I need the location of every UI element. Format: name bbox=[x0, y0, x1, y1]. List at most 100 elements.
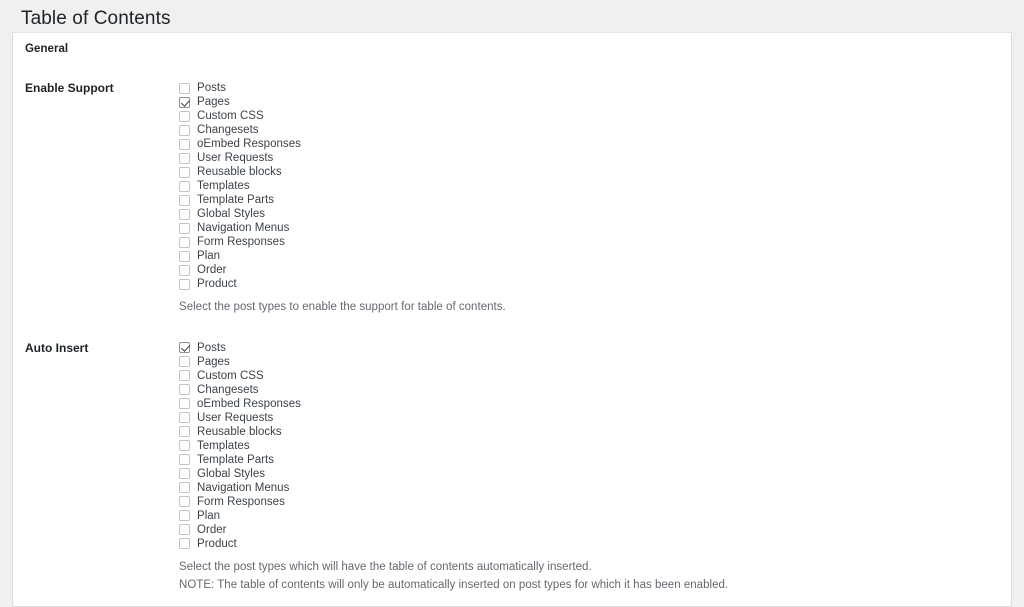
checkbox-group: Posts Pages Custom CSS Changesets oEmbed Res… bbox=[179, 329, 1011, 607]
checkbox-icon[interactable] bbox=[179, 278, 190, 290]
checkbox-label: Template Parts bbox=[197, 194, 274, 206]
checkbox-row[interactable]: Order bbox=[179, 263, 1001, 277]
checkbox-label: User Requests bbox=[197, 152, 274, 164]
checkbox-row[interactable]: Posts bbox=[179, 81, 1001, 95]
checkbox-label: User Requests bbox=[197, 411, 274, 424]
checkbox-label: Template Parts bbox=[197, 453, 274, 466]
checkbox-label: Changesets bbox=[197, 124, 259, 136]
checkbox-row[interactable]: Global Styles bbox=[179, 467, 1001, 481]
page-title: Table of Contents bbox=[21, 8, 171, 29]
checkbox-row[interactable]: Navigation Menus bbox=[179, 481, 1001, 495]
checkbox-row[interactable]: Changesets bbox=[179, 383, 1001, 397]
checkbox-icon[interactable] bbox=[179, 110, 190, 122]
checkbox-row[interactable]: Pages bbox=[179, 95, 1001, 109]
checkbox-label: oEmbed Responses bbox=[197, 397, 301, 410]
checkbox-row[interactable]: Form Responses bbox=[179, 495, 1001, 509]
checkbox-icon[interactable] bbox=[179, 264, 190, 276]
field-description: Select the post types which will have th… bbox=[179, 559, 1001, 595]
checkbox-row[interactable]: User Requests bbox=[179, 411, 1001, 425]
checkbox-icon[interactable] bbox=[179, 138, 190, 150]
checkbox-row[interactable]: Template Parts bbox=[179, 453, 1001, 467]
checkbox-row[interactable]: Product bbox=[179, 537, 1001, 551]
description-line: Select the post types to enable the supp… bbox=[179, 301, 506, 313]
section-header-general: General bbox=[25, 43, 69, 55]
checkbox-icon[interactable] bbox=[179, 370, 190, 382]
checkbox-row[interactable]: Custom CSS bbox=[179, 109, 1001, 123]
checkbox-icon[interactable] bbox=[179, 412, 190, 424]
description-line: NOTE: The table of contents will only be… bbox=[179, 578, 729, 591]
checkbox-icon[interactable] bbox=[179, 194, 190, 206]
checkbox-checked-icon[interactable] bbox=[179, 342, 190, 354]
checkbox-icon[interactable] bbox=[179, 208, 190, 220]
checkbox-icon[interactable] bbox=[179, 440, 190, 452]
checkbox-icon[interactable] bbox=[179, 482, 190, 494]
checkbox-row[interactable]: Plan bbox=[179, 509, 1001, 523]
checkbox-label: Pages bbox=[197, 355, 230, 368]
checkbox-row[interactable]: Plan bbox=[179, 249, 1001, 263]
checkbox-label: Custom CSS bbox=[197, 369, 264, 382]
checkbox-icon[interactable] bbox=[179, 356, 190, 368]
checkbox-icon[interactable] bbox=[179, 398, 190, 410]
checkbox-row[interactable]: Templates bbox=[179, 439, 1001, 453]
checkbox-row[interactable]: oEmbed Responses bbox=[179, 397, 1001, 411]
settings-row-label: Auto Insert bbox=[25, 340, 89, 355]
checkbox-label: Templates bbox=[197, 180, 250, 192]
checkbox-label: Posts bbox=[197, 341, 226, 354]
checkbox-icon[interactable] bbox=[179, 166, 190, 178]
settings-row: Auto Insert Posts Pages Custom CSS Changeset… bbox=[13, 329, 1011, 607]
checkbox-icon[interactable] bbox=[179, 454, 190, 466]
checkbox-row[interactable]: Changesets bbox=[179, 123, 1001, 137]
checkbox-icon[interactable] bbox=[179, 152, 190, 164]
checkbox-label: Order bbox=[197, 523, 227, 536]
checkbox-label: Global Styles bbox=[197, 467, 266, 480]
checkbox-row[interactable]: Template Parts bbox=[179, 193, 1001, 207]
checkbox-row[interactable]: User Requests bbox=[179, 151, 1001, 165]
checkbox-row[interactable]: Product bbox=[179, 277, 1001, 291]
settings-form-table: Enable Support Posts Pages Custom CSS Change… bbox=[13, 69, 1011, 606]
checkbox-icon[interactable] bbox=[179, 384, 190, 396]
checkbox-icon[interactable] bbox=[179, 236, 190, 248]
checkbox-label: Plan bbox=[197, 509, 221, 522]
checkbox-row[interactable]: Order bbox=[179, 523, 1001, 537]
checkbox-row[interactable]: Posts bbox=[179, 341, 1001, 355]
checkbox-label: Plan bbox=[197, 250, 221, 262]
description-line: Select the post types which will have th… bbox=[179, 560, 592, 573]
checkbox-label: Navigation Menus bbox=[197, 222, 290, 234]
checkbox-icon[interactable] bbox=[179, 510, 190, 522]
checkbox-label: Global Styles bbox=[197, 208, 266, 220]
checkbox-row[interactable]: Templates bbox=[179, 179, 1001, 193]
checkbox-group: Posts Pages Custom CSS Changesets oEmbed Res… bbox=[179, 69, 1011, 329]
checkbox-icon[interactable] bbox=[179, 222, 190, 234]
settings-panel: General Enable Support Posts Pages Custom C… bbox=[12, 32, 1012, 607]
checkbox-row[interactable]: Reusable blocks bbox=[179, 425, 1001, 439]
checkbox-row[interactable]: oEmbed Responses bbox=[179, 137, 1001, 151]
checkbox-label: Product bbox=[197, 537, 237, 550]
checkbox-label: Order bbox=[197, 264, 227, 276]
checkbox-row[interactable]: Navigation Menus bbox=[179, 221, 1001, 235]
checkbox-icon[interactable] bbox=[179, 496, 190, 508]
checkbox-icon[interactable] bbox=[179, 426, 190, 438]
checkbox-icon[interactable] bbox=[179, 250, 190, 262]
checkbox-label: Pages bbox=[197, 96, 230, 108]
checkbox-row[interactable]: Reusable blocks bbox=[179, 165, 1001, 179]
checkbox-icon[interactable] bbox=[179, 82, 190, 94]
checkbox-icon[interactable] bbox=[179, 180, 190, 192]
checkbox-checked-icon[interactable] bbox=[179, 96, 190, 108]
checkbox-label: Product bbox=[197, 278, 237, 290]
settings-row-label: Enable Support bbox=[25, 81, 114, 95]
checkbox-label: Changesets bbox=[197, 383, 259, 396]
checkbox-icon[interactable] bbox=[179, 538, 190, 550]
checkbox-label: Form Responses bbox=[197, 236, 285, 248]
checkbox-row[interactable]: Pages bbox=[179, 355, 1001, 369]
checkbox-row[interactable]: Form Responses bbox=[179, 235, 1001, 249]
checkbox-icon[interactable] bbox=[179, 524, 190, 536]
checkbox-label: Reusable blocks bbox=[197, 425, 282, 438]
checkbox-icon[interactable] bbox=[179, 124, 190, 136]
checkbox-label: Custom CSS bbox=[197, 110, 264, 122]
checkbox-label: Reusable blocks bbox=[197, 166, 282, 178]
checkbox-row[interactable]: Custom CSS bbox=[179, 369, 1001, 383]
checkbox-row[interactable]: Global Styles bbox=[179, 207, 1001, 221]
checkbox-label: Templates bbox=[197, 439, 250, 452]
checkbox-icon[interactable] bbox=[179, 468, 190, 480]
checkbox-label: Navigation Menus bbox=[197, 481, 290, 494]
